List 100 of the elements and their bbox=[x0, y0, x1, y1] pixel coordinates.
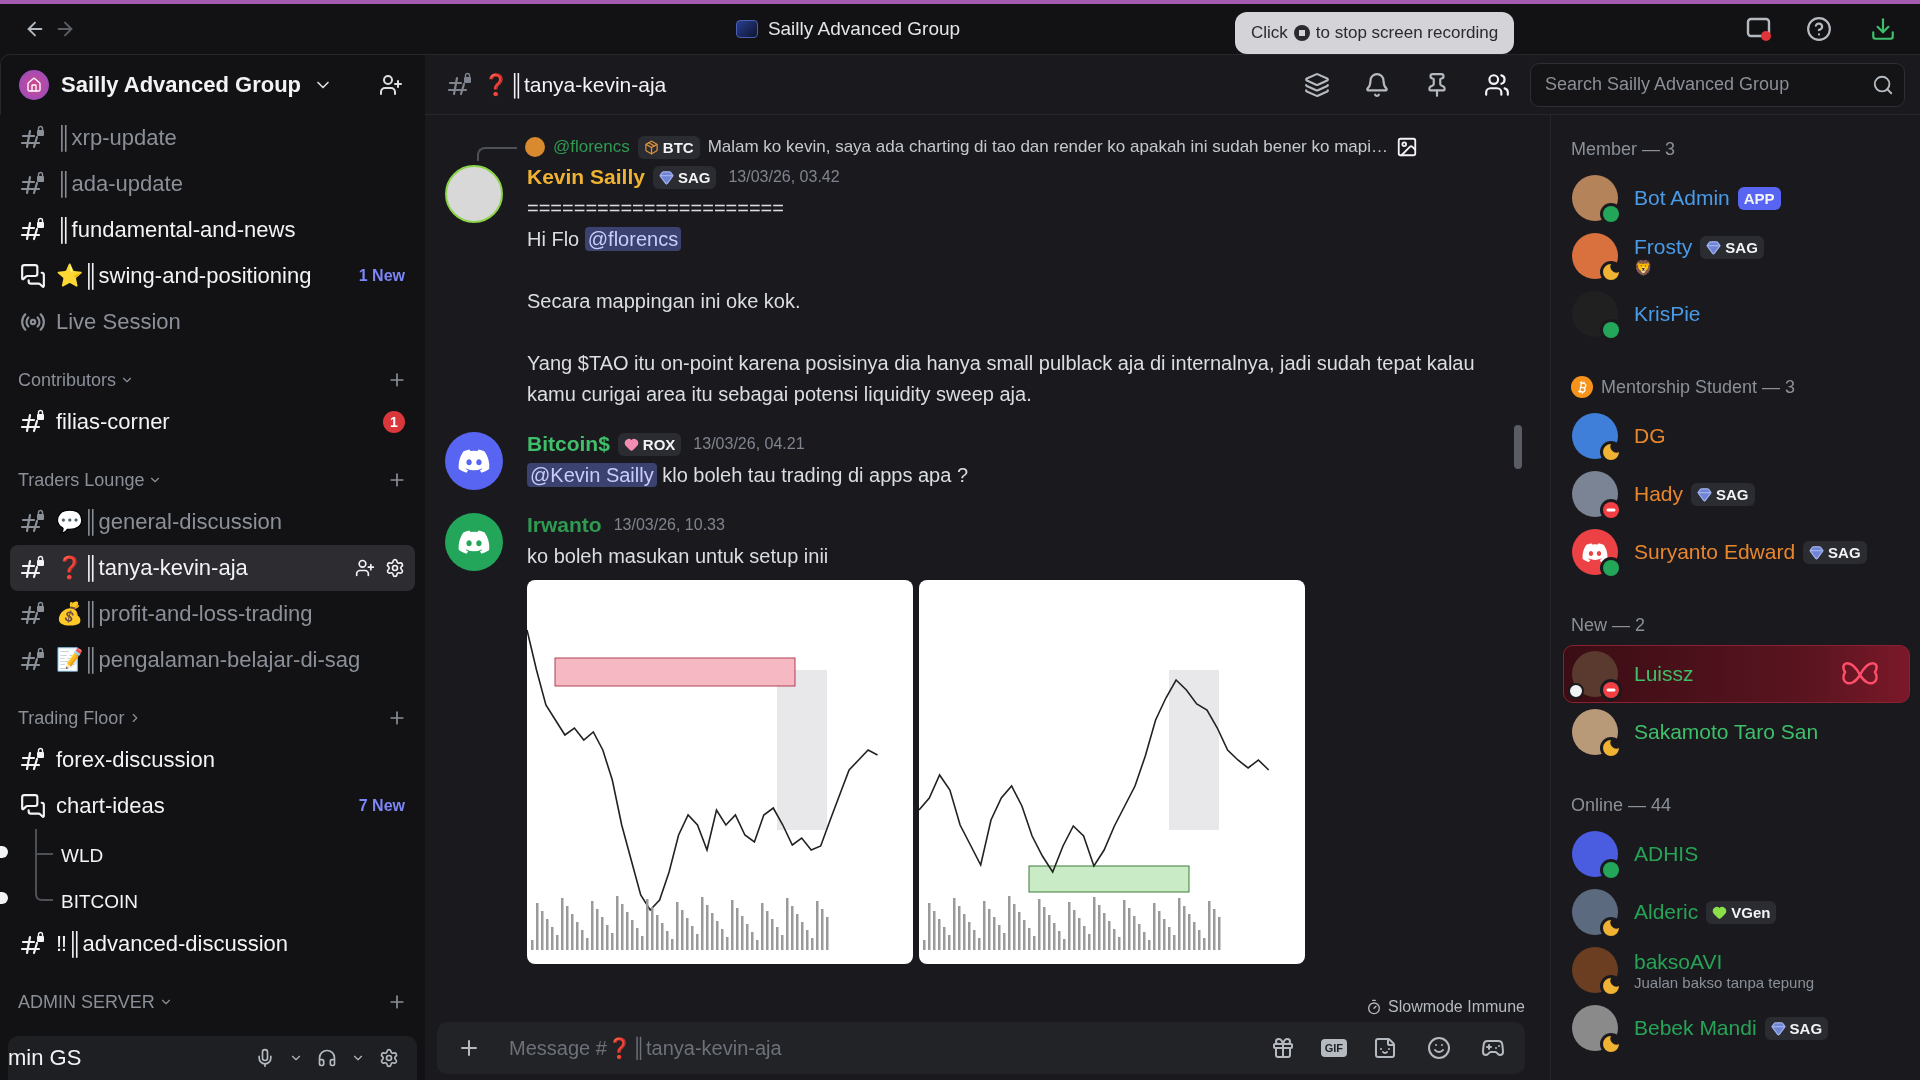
gif-button[interactable]: GIF bbox=[1320, 1039, 1347, 1057]
server-name[interactable]: Sailly Advanced Group bbox=[61, 72, 302, 98]
channel-item[interactable]: ║fundamental-and-news bbox=[10, 207, 415, 253]
screen-record-icon[interactable] bbox=[1746, 16, 1772, 42]
locked-hash-icon bbox=[20, 509, 46, 535]
house-badge-icon bbox=[19, 70, 49, 100]
scrollbar-thumb[interactable] bbox=[1514, 425, 1522, 469]
window-title: Sailly Advanced Group bbox=[767, 18, 961, 40]
discord-avatar[interactable] bbox=[445, 513, 503, 571]
image-icon bbox=[1396, 136, 1419, 158]
channel-item[interactable]: Live Session bbox=[10, 299, 415, 345]
channel-item[interactable]: forex-discussion bbox=[10, 737, 415, 783]
category-header[interactable]: Trading Floor bbox=[10, 699, 415, 737]
reply-preview[interactable]: Malam ko kevin, saya ada charting di tao dan render ko apakah ini sudah bener ko mapi… bbox=[707, 137, 1389, 157]
message-text: Hi Flo @florencs bbox=[527, 224, 1490, 255]
channel-item[interactable]: ❓║tanya-kevin-aja bbox=[10, 545, 415, 591]
author-name[interactable]: Kevin Sailly bbox=[527, 165, 645, 189]
add-person-icon[interactable] bbox=[355, 558, 375, 578]
member-row[interactable]: Alderic VGen bbox=[1563, 883, 1910, 941]
member-name[interactable]: Alderic bbox=[1634, 900, 1699, 924]
online-dot bbox=[1603, 560, 1619, 576]
member-name[interactable]: Luissz bbox=[1634, 662, 1694, 686]
thread-item[interactable]: WLD bbox=[53, 839, 112, 873]
member-name[interactable]: Sakamoto Taro San bbox=[1634, 720, 1819, 744]
member-name[interactable]: Bot Admin bbox=[1634, 186, 1730, 210]
channel-item[interactable]: filias-corner 1 bbox=[10, 399, 415, 445]
guild-tag: BTC bbox=[637, 135, 700, 159]
reply-spine bbox=[477, 147, 517, 161]
category-header[interactable]: ADMIN SERVER bbox=[10, 983, 415, 1021]
crate-icon bbox=[643, 139, 659, 155]
channel-item[interactable]: 💰║profit-and-loss-trading bbox=[10, 591, 415, 637]
online-dot bbox=[1603, 206, 1619, 222]
online-dot bbox=[1603, 322, 1619, 338]
search-field[interactable]: Search Sailly Advanced Group bbox=[1530, 62, 1905, 107]
member-name[interactable]: ADHIS bbox=[1634, 842, 1699, 866]
member-row[interactable]: Suryanto Edward SAG bbox=[1563, 523, 1910, 581]
channel-item[interactable]: 💬║general-discussion bbox=[10, 499, 415, 545]
online-dot bbox=[1603, 862, 1619, 878]
channel-item[interactable]: ⭐║swing-and-positioning 1 New bbox=[10, 253, 415, 299]
moon-icon bbox=[1603, 978, 1619, 994]
member-row[interactable]: Sakamoto Taro San bbox=[1563, 703, 1910, 761]
gem-icon bbox=[1697, 486, 1713, 502]
channel-item[interactable]: ‼║advanced-discussion bbox=[10, 921, 415, 967]
people-icon bbox=[1484, 71, 1510, 98]
moon-icon bbox=[1603, 920, 1619, 936]
gear-icon[interactable] bbox=[385, 558, 405, 578]
member-name[interactable]: Suryanto Edward bbox=[1634, 540, 1796, 564]
guild-tag: SAG bbox=[652, 165, 717, 189]
member-row[interactable]: Hady SAG bbox=[1563, 465, 1910, 523]
mention-link[interactable]: @Kevin Sailly bbox=[527, 463, 657, 487]
search-input[interactable]: Search Sailly Advanced Group bbox=[1543, 73, 1872, 96]
new-posts-label: 1 New bbox=[358, 267, 405, 285]
author-name[interactable]: Bitcoin$ bbox=[527, 432, 610, 456]
locked-hash-icon bbox=[20, 647, 46, 673]
member-row[interactable]: ADHIS bbox=[1563, 825, 1910, 883]
guild-tag: SAG bbox=[1764, 1016, 1829, 1040]
member-name[interactable]: DG bbox=[1634, 424, 1666, 448]
member-group-title: Online — 44 bbox=[1571, 794, 1672, 816]
chart-screenshot-drawing[interactable] bbox=[527, 580, 913, 964]
tooltip-text: to stop screen recording bbox=[1315, 23, 1499, 43]
channel-item[interactable]: ║xrp-update bbox=[10, 115, 415, 161]
member-row[interactable]: Bot Admin APP bbox=[1563, 169, 1910, 227]
member-row[interactable]: Luissz bbox=[1563, 645, 1910, 703]
message-text: @Kevin Sailly klo boleh tau trading di apps apa ? bbox=[527, 460, 1490, 491]
category-header[interactable]: Traders Lounge bbox=[10, 461, 415, 499]
thread-item[interactable]: BITCOIN bbox=[53, 885, 147, 919]
member-name[interactable]: Frosty bbox=[1634, 235, 1693, 259]
discord-avatar[interactable] bbox=[445, 432, 503, 490]
member-row[interactable]: KrisPie bbox=[1563, 285, 1910, 343]
guild-tag: ROX bbox=[617, 432, 682, 456]
new-posts-label: 7 New bbox=[358, 797, 405, 815]
member-name[interactable]: Bebek Mandi bbox=[1634, 1016, 1757, 1040]
message-text: ko boleh masukan untuk setup inii bbox=[527, 544, 830, 569]
locked-hash-icon bbox=[20, 217, 46, 243]
channel-item[interactable]: ║ada-update bbox=[10, 161, 415, 207]
member-row[interactable]: baksoAVI Jualan bakso tanpa tepung bbox=[1563, 941, 1910, 999]
timestamp: 13/03/26, 04.21 bbox=[693, 435, 805, 453]
member-name[interactable]: Hady bbox=[1634, 482, 1684, 506]
category-header[interactable]: Contributors bbox=[10, 361, 415, 399]
member-row[interactable]: Frosty SAG 🦁 bbox=[1563, 227, 1910, 285]
chart-screenshot-drawing[interactable] bbox=[919, 580, 1305, 964]
do-not-disturb-icon bbox=[1603, 682, 1619, 698]
speech-bubbles-icon bbox=[20, 263, 46, 289]
mention-link[interactable]: @florencs bbox=[584, 227, 682, 251]
heart-icon bbox=[1712, 904, 1728, 920]
message-text: ====================== bbox=[527, 196, 785, 221]
message-text: Yang $TAO itu on-point karena posisinya dia hanya small pulblack aja di internalnya, jadi sudah tepat kalau kamu curigai area itu sebagai potensi liquidity sweep aja. bbox=[527, 351, 1476, 407]
author-name[interactable]: Irwanto bbox=[527, 513, 602, 537]
locked-hash-icon bbox=[20, 601, 46, 627]
channel-item[interactable]: chart-ideas 7 New bbox=[10, 783, 415, 829]
moon-icon bbox=[1603, 1036, 1619, 1052]
avatar[interactable] bbox=[445, 165, 503, 223]
channel-item[interactable]: 📝║pengalaman-belajar-di-sag bbox=[10, 637, 415, 683]
reply-author[interactable]: @florencs bbox=[553, 137, 630, 157]
member-row[interactable]: Bebek Mandi SAG bbox=[1563, 999, 1910, 1057]
member-row[interactable]: DG bbox=[1563, 407, 1910, 465]
download-icon bbox=[1870, 16, 1896, 42]
member-name[interactable]: KrisPie bbox=[1634, 302, 1701, 326]
member-name[interactable]: baksoAVI bbox=[1634, 949, 1723, 974]
sticker-icon bbox=[1373, 1036, 1397, 1060]
